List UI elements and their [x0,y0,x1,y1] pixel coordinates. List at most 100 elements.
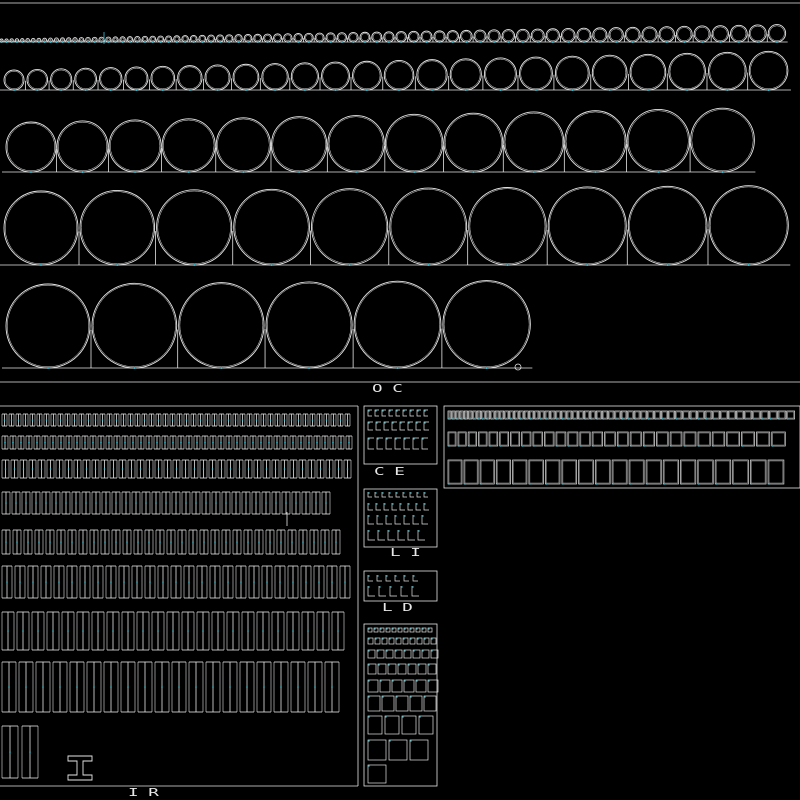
tube-inner-wall [166,36,171,42]
dimension-point [324,441,326,444]
i-beam-section [343,459,352,479]
tube-section [416,59,448,91]
tube-section [3,190,79,266]
dimension-point [225,502,227,504]
dimension-point [112,630,114,632]
dimension-point [108,441,110,444]
dimension-point [228,41,231,43]
rect-tube-inner [465,411,467,419]
rect-tube-section [579,431,591,447]
dimension-point [378,664,380,666]
i-beam-section [155,529,165,555]
i-beam-section [290,661,306,713]
box-section [401,715,417,735]
i-beam-section [169,435,177,450]
i-beam-section [78,413,85,427]
rect-tube-section [485,410,491,420]
i-beam-section [217,459,226,479]
dimension-point [456,418,458,420]
tube-section [627,185,708,266]
dimension-point [690,418,692,420]
dimension-point [43,41,46,43]
dimension-point [305,581,307,583]
dimension-point [247,468,250,470]
box-section [403,679,415,693]
rect-tube-section [467,431,477,447]
tube-inner-wall [338,33,346,42]
rect-tube-inner [529,460,543,484]
dimension-point [105,502,107,504]
rect-tube-inner [761,411,768,419]
dimension-point [58,468,61,470]
tube-inner-wall [272,117,326,172]
i-beam-section [99,413,106,427]
dimension-point [307,41,310,43]
dimension-point [395,438,397,440]
rect-tube-section [499,431,509,447]
tube-section [407,30,420,43]
dimension-point [431,650,433,652]
i-beam-section [226,611,240,651]
dimension-point [253,581,255,583]
dimension-point [121,468,124,470]
dimension-point [728,418,731,420]
li-group-label: LI [390,546,431,559]
tube-inner-wall [372,32,381,42]
dimension-point [578,483,581,485]
i-beam-section [40,565,52,599]
i-beam-section [1,661,17,713]
dimension-point [61,41,64,43]
i-beam-section [1,459,10,479]
tube-section [3,69,25,91]
tube-section [321,61,350,91]
dimension-point [324,541,326,543]
tube-inner-wall [750,52,787,90]
i-beam-section [241,491,251,515]
i-beam-section [136,459,145,479]
dimension-point [736,418,739,420]
i-beam-section [274,565,286,599]
dimension-point [318,581,320,583]
tube-inner-wall [163,119,215,172]
dimension-point [142,630,144,632]
tube-inner-wall [488,30,500,42]
dimension-point [666,264,669,266]
dimension-point [424,638,426,640]
dimension-point [148,441,150,444]
dimension-point [389,740,391,742]
tube-section [79,189,156,266]
dimension-point [5,41,8,43]
cad-drawing-canvas[interactable]: OC IR CE LI LD [0,0,800,800]
dimension-point [628,418,630,420]
dimension-point [256,41,259,43]
box-section [427,679,439,693]
dimension-point [608,418,611,420]
dimension-point [332,419,335,421]
i-beam-section [316,459,325,479]
rect-tube-inner [768,460,784,484]
i-beam-section [205,661,221,713]
dimension-point [384,503,386,505]
dimension-point [654,418,657,420]
dimension-point [485,367,488,369]
tube-section [608,27,624,43]
tube-inner-wall [267,282,352,368]
dimension-point [705,418,707,420]
i-beam-section [209,565,221,599]
dimension-point [100,41,103,43]
dimension-point [410,628,412,630]
dimension-point [382,638,384,640]
i-beam-section [105,435,113,450]
rect-tube-inner [609,411,614,419]
dimension-point [368,696,370,698]
dimension-point [242,171,245,173]
dimension-point [365,89,368,91]
dimension-point [684,445,686,447]
dimension-point [590,418,593,420]
box-section [418,715,434,735]
rect-tube-section [550,410,556,420]
i-beam-section [106,611,120,651]
rect-tube-inner [631,432,641,446]
dimension-point [753,418,755,420]
tube-section [483,57,517,91]
